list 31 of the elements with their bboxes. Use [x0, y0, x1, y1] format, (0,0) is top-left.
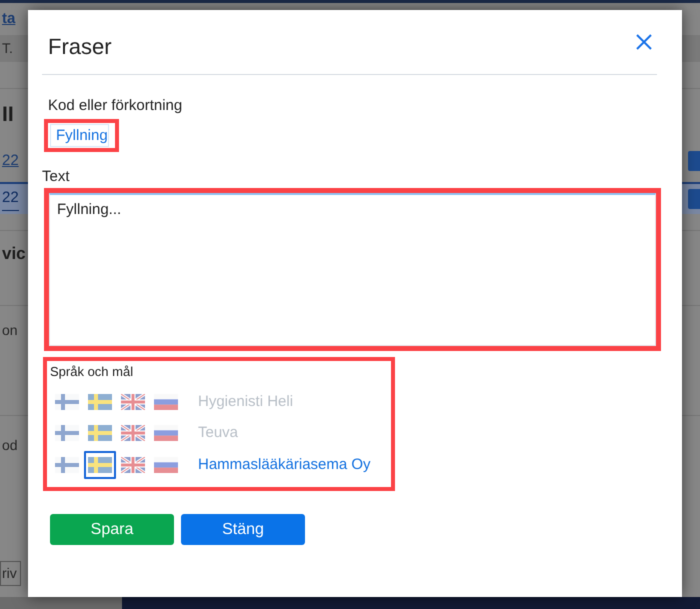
text-area-field[interactable]: Fyllning...: [49, 193, 656, 346]
british-flag-icon: [121, 456, 145, 473]
finnish-flag-icon: [55, 394, 79, 410]
field-label: Text: [42, 167, 71, 187]
save-button[interactable]: Spara: [50, 514, 174, 545]
page-link[interactable]: ta: [2, 8, 16, 30]
column-header: T.: [2, 39, 13, 58]
close-button[interactable]: Stäng: [181, 514, 305, 545]
finnish-flag-icon: [55, 425, 79, 442]
british-flag-icon: [121, 394, 145, 410]
british-flag-icon: [121, 425, 145, 442]
section-heading: II: [2, 102, 14, 128]
section-heading: vic: [2, 242, 26, 265]
code-link[interactable]: Fyllning: [50, 124, 109, 147]
swedish-flag-icon: [88, 394, 112, 410]
close-icon[interactable]: [636, 34, 652, 50]
flag-button[interactable]: [84, 450, 116, 479]
finnish-flag-icon: [55, 456, 79, 473]
swedish-flag-icon: [88, 456, 112, 473]
russian-flag-icon: [154, 456, 178, 473]
page-link[interactable]: 22: [2, 150, 19, 172]
input-field[interactable]: riv: [0, 561, 21, 586]
russian-flag-icon: [154, 394, 178, 410]
target-link[interactable]: Hammaslääkäriasema Oy: [198, 454, 371, 475]
field-label: Kod eller förkortning: [48, 96, 184, 116]
row-text: od: [2, 436, 18, 455]
russian-flag-icon: [154, 425, 178, 442]
dialog-title: Fraser: [48, 33, 112, 61]
row-text: on: [2, 321, 18, 340]
swedish-flag-icon: [88, 425, 112, 442]
section-label: Språk och mål: [50, 363, 134, 380]
